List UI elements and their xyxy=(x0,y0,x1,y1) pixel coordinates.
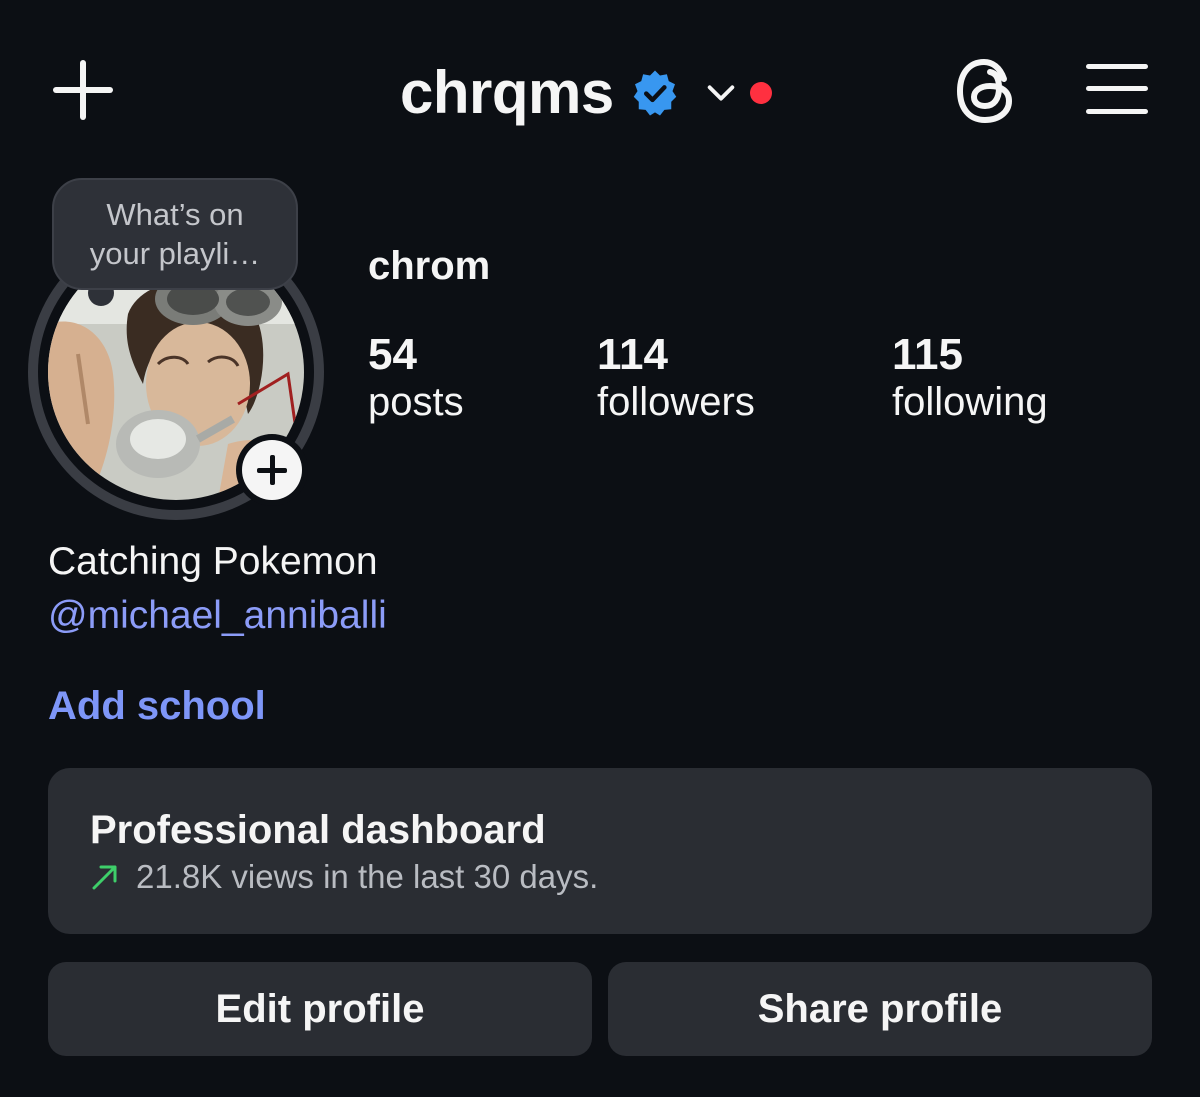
dashboard-subtitle: 21.8K views in the last 30 days. xyxy=(136,858,599,895)
note-line-1: What’s on xyxy=(106,197,244,232)
professional-dashboard-card[interactable]: Professional dashboard 21.8K views in th… xyxy=(48,768,1152,934)
add-school-link[interactable]: Add school xyxy=(48,684,266,729)
note-line-2: your playli… xyxy=(89,236,261,271)
username-title: chrqms xyxy=(400,59,614,126)
menu-line xyxy=(1086,64,1148,69)
edit-profile-button[interactable]: Edit profile xyxy=(48,962,592,1056)
hamburger-menu-icon[interactable] xyxy=(1086,64,1148,116)
create-plus-icon[interactable] xyxy=(50,57,116,123)
trend-up-arrow-icon xyxy=(92,865,117,890)
stat-followers-count: 114 xyxy=(597,330,668,379)
stat-following-label: following xyxy=(892,380,1048,424)
dashboard-title: Professional dashboard xyxy=(90,808,546,852)
note-bubble[interactable]: What’s on your playli… xyxy=(52,178,298,290)
account-switcher[interactable]: chrqms xyxy=(400,58,772,128)
plus-icon xyxy=(242,440,302,500)
stat-posts[interactable]: 54 posts xyxy=(368,330,464,425)
threads-icon[interactable] xyxy=(952,55,1020,127)
share-profile-button[interactable]: Share profile xyxy=(608,962,1152,1056)
display-name: chrom xyxy=(368,244,491,288)
stat-followers[interactable]: 114 followers xyxy=(597,330,755,425)
menu-line xyxy=(1086,86,1148,91)
bio-text: Catching Pokemon xyxy=(48,540,378,583)
chevron-down-icon[interactable] xyxy=(704,76,738,110)
verified-badge-icon xyxy=(633,70,676,116)
stat-posts-count: 54 xyxy=(368,330,417,379)
dashboard-subtitle-row: 21.8K views in the last 30 days. xyxy=(90,858,598,896)
notification-dot-icon xyxy=(749,82,772,104)
stat-following[interactable]: 115 following xyxy=(892,330,1048,425)
bio-mention-link[interactable]: @michael_anniballi xyxy=(48,594,387,638)
stat-following-count: 115 xyxy=(892,330,963,379)
stat-posts-label: posts xyxy=(368,380,464,424)
stat-followers-label: followers xyxy=(597,380,755,424)
menu-line xyxy=(1086,109,1148,114)
add-story-button[interactable] xyxy=(236,434,308,506)
